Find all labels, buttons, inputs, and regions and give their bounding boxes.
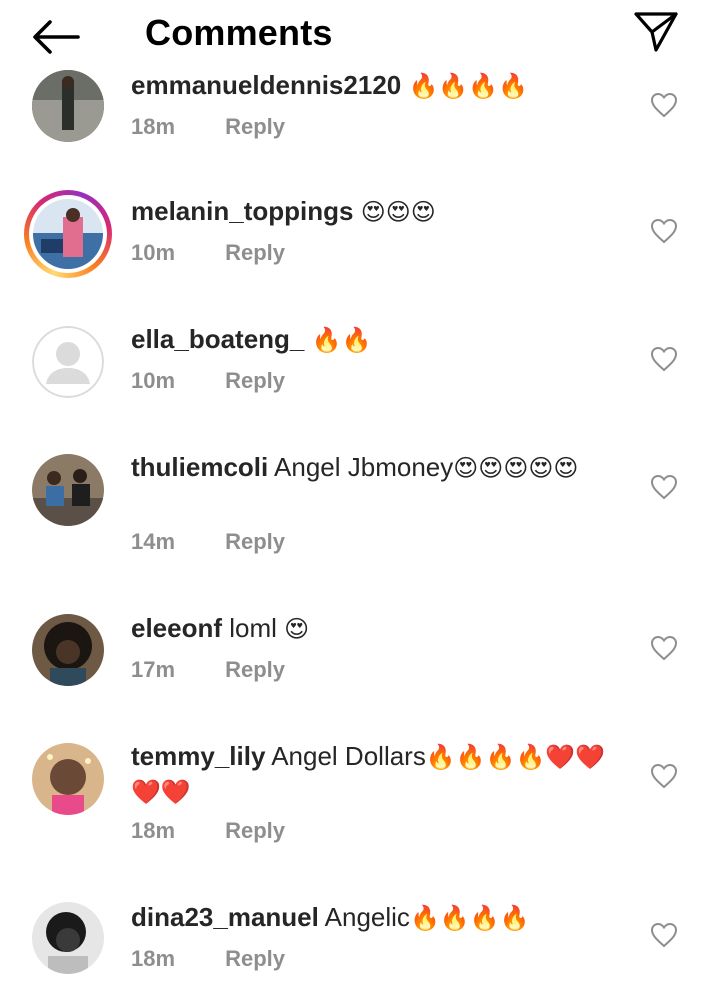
comment-emoji: 🔥🔥 [311, 326, 372, 354]
comment-text: melanin_toppings 😍😍😍 [131, 194, 611, 229]
comment-time: 18m [131, 818, 176, 843]
top-bar: Comments [0, 0, 720, 70]
heart-outline-icon[interactable] [650, 346, 678, 372]
avatar[interactable] [32, 70, 104, 142]
heart-outline-icon[interactable] [650, 474, 678, 500]
arrow-left-icon[interactable] [30, 18, 82, 56]
comment-meta: 18m Reply [131, 946, 285, 972]
avatar[interactable] [32, 614, 104, 686]
paper-plane-icon[interactable] [632, 10, 680, 54]
comment-username[interactable]: dina23_manuel [131, 902, 319, 932]
comment-meta: 18m Reply [131, 114, 285, 140]
comment-username[interactable]: ella_boateng_ [131, 324, 304, 354]
comment-body: Angel Dollars [271, 741, 426, 771]
comment-username[interactable]: thuliemcoli [131, 452, 268, 482]
avatar-photo [32, 902, 104, 974]
reply-button[interactable]: Reply [225, 114, 285, 139]
comment-time: 10m [131, 240, 176, 265]
avatar[interactable] [32, 743, 104, 815]
avatar[interactable] [32, 902, 104, 974]
comment-body: Angelic [324, 902, 410, 932]
comment-time: 14m [131, 529, 176, 554]
reply-button[interactable]: Reply [225, 529, 285, 554]
comment-username[interactable]: emmanueldennis2120 [131, 70, 401, 100]
avatar-story-ring[interactable] [24, 190, 112, 278]
page-title: Comments [145, 12, 333, 53]
comment-emoji: 🔥🔥🔥🔥 [409, 904, 530, 932]
comment-text: temmy_lily Angel Dollars🔥🔥🔥🔥❤️❤️❤️❤️ [131, 739, 611, 809]
reply-button[interactable]: Reply [225, 946, 285, 971]
comment-meta: 10m Reply [131, 240, 285, 266]
heart-outline-icon[interactable] [650, 635, 678, 661]
comment-emoji: 😍😍😍 [360, 198, 436, 226]
reply-button[interactable]: Reply [225, 818, 285, 843]
avatar-photo [32, 454, 104, 526]
avatar[interactable] [32, 326, 104, 398]
comment-time: 10m [131, 368, 176, 393]
avatar-photo [33, 199, 103, 269]
comment-time: 18m [131, 946, 176, 971]
comment-emoji: 🔥🔥🔥🔥 [408, 72, 528, 100]
avatar-photo [32, 614, 104, 686]
avatar[interactable] [32, 454, 104, 526]
heart-outline-icon[interactable] [650, 92, 678, 118]
heart-outline-icon[interactable] [650, 218, 678, 244]
comment-username[interactable]: temmy_lily [131, 741, 265, 771]
comment-meta: 18m Reply [131, 818, 285, 844]
comment-body: loml [229, 613, 277, 643]
reply-button[interactable]: Reply [225, 368, 285, 393]
heart-outline-icon[interactable] [650, 763, 678, 789]
comment-time: 18m [131, 114, 176, 139]
default-avatar-icon [32, 326, 104, 398]
heart-outline-icon[interactable] [650, 922, 678, 948]
comment-username[interactable]: melanin_toppings [131, 196, 353, 226]
comment-meta: 10m Reply [131, 368, 285, 394]
comment-username[interactable]: eleeonf [131, 613, 222, 643]
comment-body: Angel Jbmoney [274, 452, 454, 482]
reply-button[interactable]: Reply [225, 240, 285, 265]
comment-text: emmanueldennis2120 🔥🔥🔥🔥 [131, 68, 611, 103]
comment-text: thuliemcoli Angel Jbmoney😍😍😍😍😍 [131, 450, 611, 485]
comment-text: eleeonf loml 😍 [131, 611, 611, 646]
comment-time: 17m [131, 657, 176, 682]
comment-emoji: 😍😍😍😍😍 [453, 454, 579, 482]
comment-text: dina23_manuel Angelic🔥🔥🔥🔥 [131, 900, 611, 935]
avatar-photo [32, 70, 104, 142]
avatar-photo [32, 743, 104, 815]
reply-button[interactable]: Reply [225, 657, 285, 682]
comment-meta: 17m Reply [131, 657, 285, 683]
comment-meta: 14m Reply [131, 529, 285, 555]
comment-text: ella_boateng_ 🔥🔥 [131, 322, 611, 357]
comments-list: emmanueldennis2120 🔥🔥🔥🔥 18m Reply melani… [0, 0, 720, 1005]
comment-emoji: 😍 [284, 615, 310, 643]
